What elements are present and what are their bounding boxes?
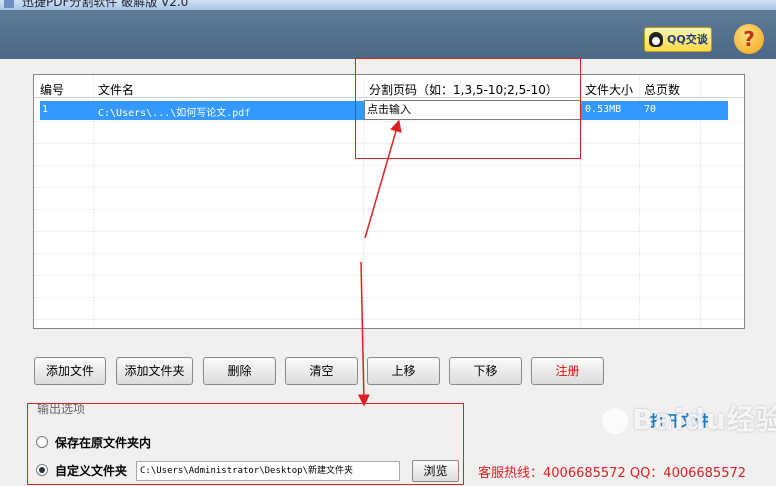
arrow-up-line [364, 119, 402, 239]
watermark-text: Baidu经验 [632, 403, 776, 436]
arrow-down-line [357, 261, 370, 407]
baidu-watermark: Baidu经验 [598, 398, 776, 458]
paw-logo-icon [602, 408, 628, 434]
